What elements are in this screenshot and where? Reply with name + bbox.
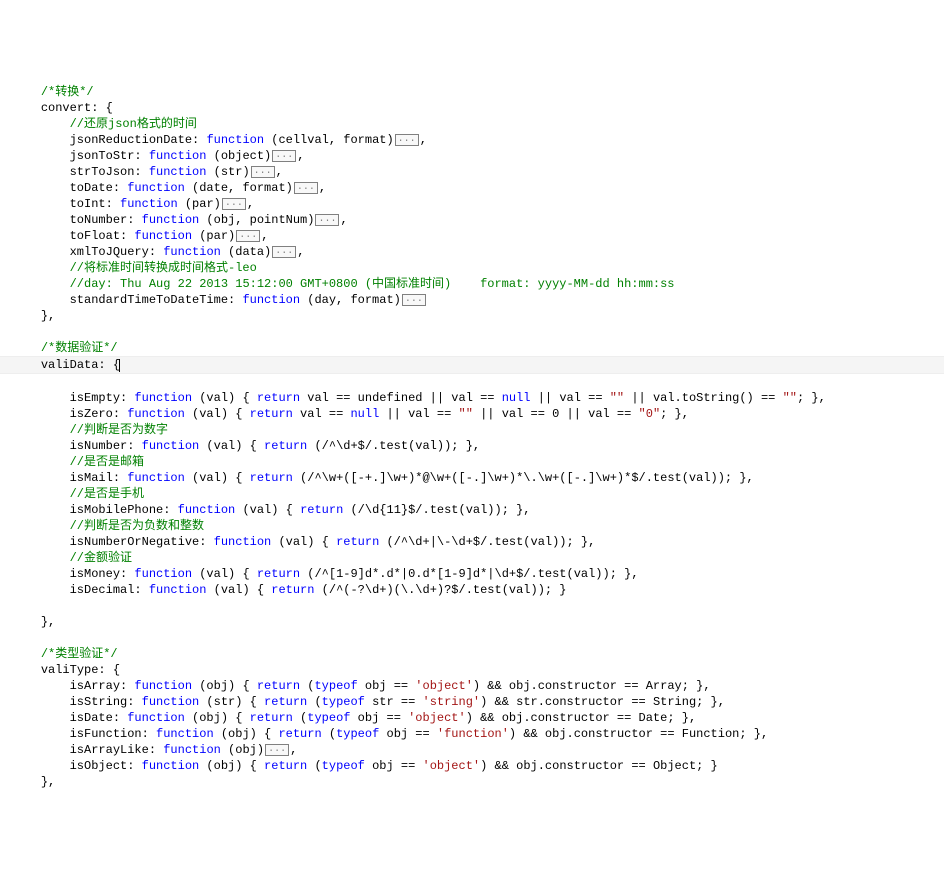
code-blank-line bbox=[12, 325, 19, 339]
fold-marker[interactable]: ... bbox=[265, 744, 289, 756]
keyword-function: function bbox=[120, 197, 178, 211]
code-line: isNumberOrNegative: function (val) { ret… bbox=[12, 535, 595, 549]
code-line: isFunction: function (obj) { return (typ… bbox=[12, 727, 768, 741]
keyword-function: function bbox=[127, 181, 185, 195]
code-line: toNumber: function (obj, pointNum)..., bbox=[12, 213, 348, 227]
code-line: isArray: function (obj) { return (typeof… bbox=[12, 679, 711, 693]
text-cursor bbox=[119, 359, 120, 372]
code-line: isObject: function (obj) { return (typeo… bbox=[12, 759, 718, 773]
fold-marker[interactable]: ... bbox=[395, 134, 419, 146]
fold-marker[interactable]: ... bbox=[272, 150, 296, 162]
code-line: isEmpty: function (val) { return val == … bbox=[12, 391, 826, 405]
code-line: /*转换*/ bbox=[12, 85, 94, 99]
comment: //是否是手机 bbox=[70, 487, 144, 501]
code-blank-line bbox=[12, 631, 19, 645]
code-line: jsonToStr: function (object)..., bbox=[12, 149, 304, 163]
code-line: isNumber: function (val) { return (/^\d+… bbox=[12, 439, 480, 453]
keyword-function: function bbox=[142, 213, 200, 227]
comment: //将标准时间转换成时间格式-leo bbox=[70, 261, 257, 275]
keyword-function: function bbox=[149, 149, 207, 163]
code-line: //是否是邮箱 bbox=[12, 455, 144, 469]
comment: //判断是否为数字 bbox=[70, 423, 168, 437]
comment: /*数据验证*/ bbox=[41, 341, 118, 355]
code-line: isDate: function (obj) { return (typeof … bbox=[12, 711, 696, 725]
comment: //是否是邮箱 bbox=[70, 455, 144, 469]
code-line: //还原json格式的时间 bbox=[12, 117, 197, 131]
code-line: toInt: function (par)..., bbox=[12, 197, 254, 211]
keyword-function: function bbox=[163, 245, 221, 259]
code-line: toDate: function (date, format)..., bbox=[12, 181, 326, 195]
code-line: xmlToJQuery: function (data)..., bbox=[12, 245, 304, 259]
code-line: //将标准时间转换成时间格式-leo bbox=[12, 261, 257, 275]
keyword-function: function bbox=[149, 165, 207, 179]
comment: //判断是否为负数和整数 bbox=[70, 519, 204, 533]
code-line: //是否是手机 bbox=[12, 487, 144, 501]
code-line: strToJson: function (str)..., bbox=[12, 165, 283, 179]
fold-marker[interactable]: ... bbox=[294, 182, 318, 194]
comment: //day: Thu Aug 22 2013 15:12:00 GMT+0800… bbox=[70, 277, 675, 291]
fold-marker[interactable]: ... bbox=[222, 198, 246, 210]
code-line: standardTimeToDateTime: function (day, f… bbox=[12, 293, 427, 307]
current-line: valiData: { bbox=[0, 356, 944, 374]
comment: /*转换*/ bbox=[41, 85, 94, 99]
code-line: isArrayLike: function (obj)..., bbox=[12, 743, 297, 757]
code-line: jsonReductionDate: function (cellval, fo… bbox=[12, 133, 427, 147]
code-line: isMail: function (val) { return (/^\w+([… bbox=[12, 471, 754, 485]
code-line: isMobilePhone: function (val) { return (… bbox=[12, 503, 531, 517]
fold-marker[interactable]: ... bbox=[315, 214, 339, 226]
code-blank-line bbox=[12, 599, 19, 613]
keyword-function: function bbox=[206, 133, 264, 147]
code-line: //day: Thu Aug 22 2013 15:12:00 GMT+0800… bbox=[12, 277, 675, 291]
code-line: convert: { bbox=[12, 101, 113, 115]
code-line: toFloat: function (par)..., bbox=[12, 229, 268, 243]
code-line: isMoney: function (val) { return (/^[1-9… bbox=[12, 567, 639, 581]
comment: /*类型验证*/ bbox=[41, 647, 118, 661]
code-line: }, bbox=[12, 615, 55, 629]
code-line: /*类型验证*/ bbox=[12, 647, 118, 661]
code-line: isString: function (str) { return (typeo… bbox=[12, 695, 725, 709]
comment: //还原json格式的时间 bbox=[70, 117, 197, 131]
code-line: isZero: function (val) { return val == n… bbox=[12, 407, 689, 421]
fold-marker[interactable]: ... bbox=[272, 246, 296, 258]
code-line: //金额验证 bbox=[12, 551, 132, 565]
code-line: //判断是否为数字 bbox=[12, 423, 168, 437]
comment: //金额验证 bbox=[70, 551, 132, 565]
fold-marker[interactable]: ... bbox=[402, 294, 426, 306]
code-line: //判断是否为负数和整数 bbox=[12, 519, 204, 533]
code-line: /*数据验证*/ bbox=[12, 341, 118, 355]
code-line: }, bbox=[12, 775, 55, 789]
keyword-function: function bbox=[242, 293, 300, 307]
code-viewer: /*转换*/ convert: { //还原json格式的时间 jsonRedu… bbox=[12, 68, 932, 790]
fold-marker[interactable]: ... bbox=[236, 230, 260, 242]
fold-marker[interactable]: ... bbox=[251, 166, 275, 178]
code-line: valiType: { bbox=[12, 663, 120, 677]
code-line: }, bbox=[12, 309, 55, 323]
keyword-function: function bbox=[134, 229, 192, 243]
code-line: isDecimal: function (val) { return (/^(-… bbox=[12, 583, 567, 597]
